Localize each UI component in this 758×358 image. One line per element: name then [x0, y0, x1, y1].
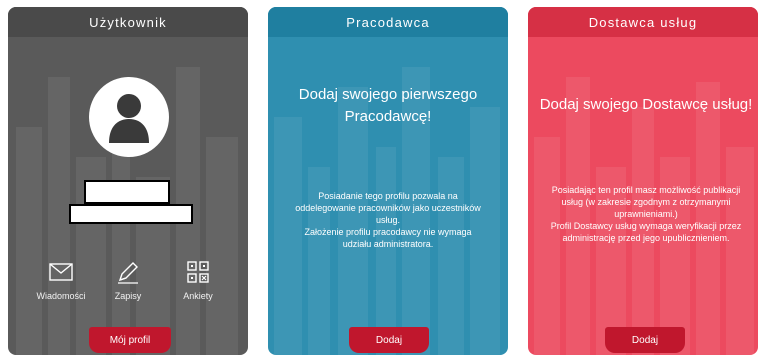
employer-headline-line-1: Dodaj swojego pierwszego [298, 86, 478, 103]
employer-card: Pracodawca Dodaj swojego pierwszego Prac… [268, 7, 508, 355]
qr-grid-icon [185, 259, 211, 285]
provider-desc-line-5: administrację przed jego upublicznieniem… [562, 233, 730, 243]
provider-headline: Dodaj swojego Dostawcę usług! [539, 96, 753, 113]
user-card-title: Użytkownik [8, 7, 248, 37]
provider-desc-line-3: uprawnieniami.) [614, 209, 678, 219]
pencil-icon [115, 259, 141, 285]
messages-label: Wiadomości [36, 291, 86, 301]
entries-label: Zapisy [114, 291, 142, 301]
provider-description: Posiadając ten profil masz możliwość pub… [534, 184, 758, 244]
employer-headline-line-2: Pracodawcę! [344, 108, 432, 125]
messages-link[interactable]: Wiadomości [26, 259, 96, 309]
redacted-details-box [69, 204, 193, 224]
service-provider-card: Dostawca usług Dodaj swojego Dostawcę us… [528, 7, 758, 355]
envelope-icon [48, 259, 74, 285]
provider-card-title: Dostawca usług [528, 7, 758, 37]
employer-desc-line-4: Założenie profilu pracodawcy nie wymaga [304, 227, 472, 237]
employer-headline: Dodaj swojego pierwszego Pracodawcę! [278, 84, 498, 128]
provider-desc-line-4: Profil Dostawcy usług wymaga weryfikacji… [550, 221, 742, 231]
provider-desc-line-2: usług (w zakresie zgodnym z otrzymanymi [561, 197, 731, 207]
redacted-name-box [84, 180, 170, 204]
my-profile-button[interactable]: Mój profil [89, 327, 171, 353]
employer-desc-line-3: usług. [375, 215, 401, 225]
employer-desc-line-5: udziału administratora. [342, 239, 434, 249]
employer-description: Posiadanie tego profilu pozwala na oddel… [276, 190, 500, 250]
surveys-label: Ankiety [183, 291, 213, 301]
user-avatar-icon [89, 77, 169, 157]
surveys-link[interactable]: Ankiety [163, 259, 233, 309]
employer-desc-line-1: Posiadanie tego profilu pozwala na [318, 191, 458, 201]
employer-desc-line-2: oddelegowanie pracowników jako uczestnik… [295, 203, 481, 213]
provider-desc-line-1: Posiadając ten profil masz możliwość pub… [551, 185, 741, 195]
add-provider-button[interactable]: Dodaj [605, 327, 685, 353]
entries-link[interactable]: Zapisy [93, 259, 163, 309]
employer-card-title: Pracodawca [268, 7, 508, 37]
user-card: Użytkownik Wiadomości Zapisy Ankiety Mój… [8, 7, 248, 355]
add-employer-button[interactable]: Dodaj [349, 327, 429, 353]
quick-links: Wiadomości Zapisy Ankiety [8, 259, 248, 309]
